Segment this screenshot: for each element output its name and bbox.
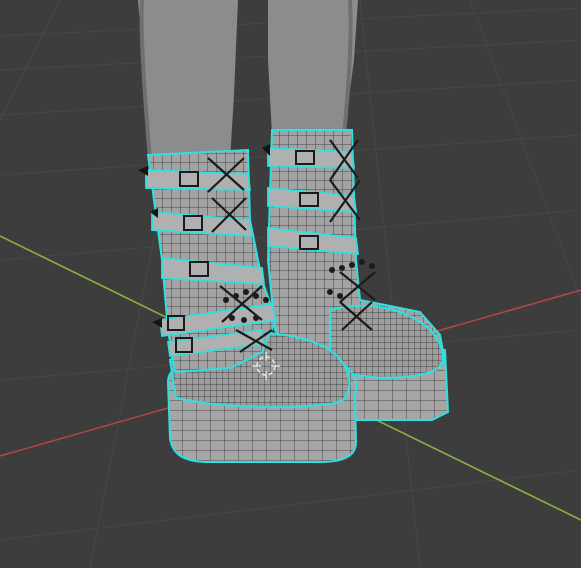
viewport-scene[interactable] [0, 0, 581, 568]
3d-viewport[interactable] [0, 0, 581, 568]
